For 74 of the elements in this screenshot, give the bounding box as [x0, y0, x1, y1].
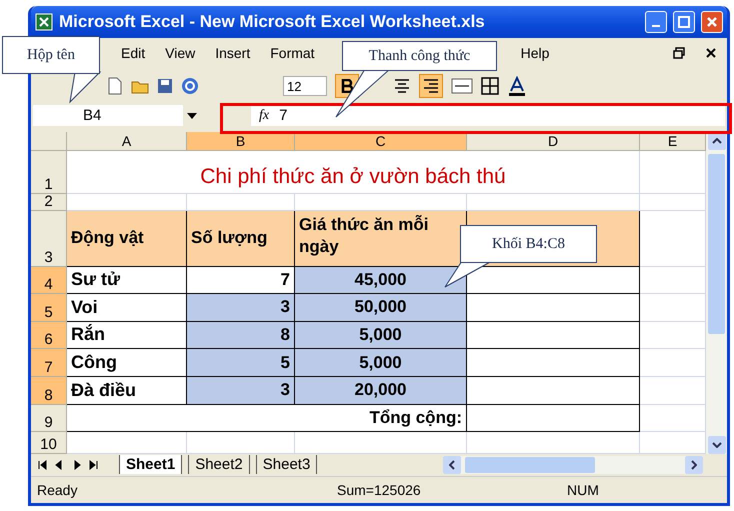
table-cell: Sư tử	[67, 266, 187, 294]
status-text: Ready	[37, 482, 78, 498]
sheet-tab[interactable]: Sheet1	[119, 455, 182, 474]
spreadsheet-icon	[35, 12, 53, 31]
restore-icon[interactable]	[673, 47, 685, 60]
menu-item[interactable]: Insert	[215, 45, 250, 62]
sum-text: Sum=125026	[337, 482, 422, 498]
table-cell: Rắn	[67, 322, 187, 350]
sheet-title: Chi phí thức ăn ở vườn bách thú	[67, 150, 640, 194]
scroll-down-button[interactable]	[708, 436, 726, 454]
align-right-button[interactable]	[419, 74, 443, 98]
formula-value: 7	[279, 107, 288, 124]
row-header[interactable]: 8	[31, 376, 67, 405]
table-cell: Voi	[67, 294, 187, 322]
font-color-icon[interactable]	[507, 76, 527, 96]
table-cell: 5,000	[295, 322, 467, 350]
scrollbar-thumb[interactable]	[465, 456, 595, 473]
close-icon	[706, 16, 718, 28]
table-cell: 7	[187, 266, 295, 294]
align-right-icon	[422, 78, 440, 94]
insert-function-label[interactable]: fx	[259, 108, 270, 124]
row-header[interactable]: 6	[31, 322, 67, 350]
save-icon[interactable]	[157, 78, 173, 94]
sheet-tab[interactable]: Sheet3	[256, 455, 318, 474]
column-header[interactable]: A	[67, 132, 187, 151]
window-title: Microsoft Excel - New Microsoft Excel Worksheet.xls	[59, 12, 486, 32]
table-cell: 5	[187, 349, 295, 377]
dropdown-icon[interactable]	[187, 112, 197, 119]
scroll-left-button[interactable]	[443, 456, 461, 474]
minimize-button[interactable]	[645, 10, 667, 33]
num-lock-indicator: NUM	[567, 482, 600, 498]
row-header[interactable]: 1	[31, 150, 67, 194]
font-size-field[interactable]: 12	[283, 76, 327, 96]
row-header[interactable]: 9	[31, 404, 67, 432]
maximize-icon	[678, 16, 690, 28]
header-cell: Số lượng	[187, 210, 295, 267]
maximize-button[interactable]	[673, 10, 695, 33]
close-icon[interactable]	[705, 47, 717, 60]
horizontal-scrollbar[interactable]	[443, 456, 703, 474]
table-cell: 5,000	[295, 349, 467, 377]
borders-icon[interactable]	[481, 77, 499, 96]
header-cell: Giá thức ăn mỗi ngày	[295, 210, 467, 267]
menu-item[interactable]: Format	[270, 45, 315, 62]
row-header[interactable]: 3	[31, 210, 67, 267]
help-icon[interactable]	[181, 77, 199, 96]
align-center-icon[interactable]	[393, 78, 411, 94]
close-button[interactable]	[701, 10, 723, 33]
table-cell: Đà điều	[67, 376, 187, 405]
minimize-icon	[652, 24, 660, 27]
header-cell: Động vật	[67, 210, 187, 267]
table-cell: 45,000	[295, 266, 467, 294]
table-cell: 50,000	[295, 294, 467, 322]
callout: Thanh công thức	[342, 41, 497, 71]
table-cell: Công	[67, 349, 187, 377]
scroll-right-button[interactable]	[685, 456, 703, 474]
total-label: Tổng cộng:	[67, 404, 467, 432]
menu-item[interactable]: Help	[520, 45, 550, 62]
merge-cells-icon[interactable]	[451, 78, 473, 94]
table-cell: 3	[187, 294, 295, 322]
menu-item[interactable]: View	[165, 45, 196, 62]
menu-item[interactable]: Edit	[121, 45, 146, 62]
row-header[interactable]: 2	[31, 194, 67, 211]
corner-cell[interactable]	[31, 132, 67, 151]
scrollbar-thumb[interactable]	[708, 154, 725, 334]
row-header[interactable]: 5	[31, 294, 67, 322]
sheet-tab[interactable]: Sheet2	[188, 455, 250, 474]
table-cell: 3	[187, 376, 295, 405]
row-header[interactable]: 7	[31, 349, 67, 377]
bold-icon	[341, 79, 353, 94]
new-file-icon[interactable]	[107, 77, 123, 96]
row-header[interactable]: 10	[31, 432, 67, 454]
table-cell: 8	[187, 322, 295, 350]
table-cell: 20,000	[295, 376, 467, 405]
row-header[interactable]: 4	[31, 266, 67, 294]
